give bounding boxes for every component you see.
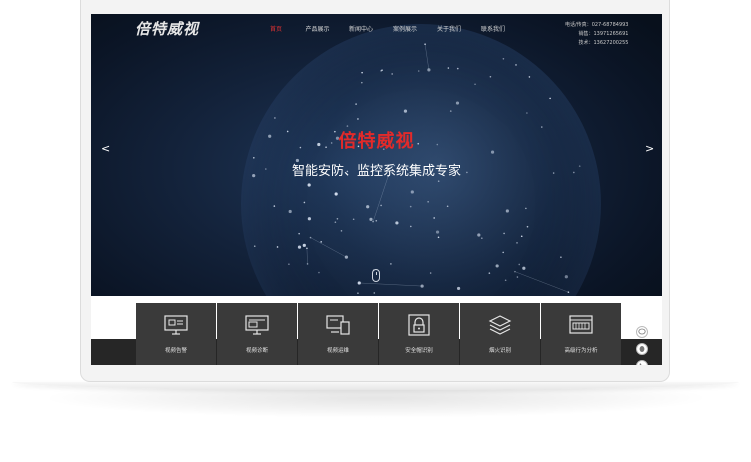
hero-banner: 倍特威视 首页 产品展示 新闻中心 案例展示 关于我们 联系我们 电话/传真：0… [91, 14, 662, 296]
qq-icon[interactable] [636, 343, 648, 355]
tech-label: 技术： [578, 40, 594, 46]
website-screen: 倍特威视 首页 产品展示 新闻中心 案例展示 关于我们 联系我们 电话/传真：0… [91, 14, 662, 365]
phone-fax-label: 电话/传真： [565, 22, 592, 28]
service-tiles: 视频告警 视频诊断 视频运维 安全帽识别 烟火识别 高级行为分析 [136, 303, 622, 365]
service-tile-video-diagnosis[interactable]: 视频诊断 [217, 303, 297, 365]
network-dots-graphic [252, 43, 581, 294]
monitor-alert-icon [164, 315, 188, 335]
contact-info: 电话/传真：027-68784993 销售：13971265691 技术：136… [565, 21, 628, 48]
nav-item-cases[interactable]: 案例展示 [383, 24, 427, 33]
main-nav: 首页 产品展示 新闻中心 案例展示 关于我们 联系我们 [256, 24, 515, 33]
sales-label: 销售： [578, 31, 594, 37]
service-label: 视频诊断 [245, 348, 268, 354]
service-label: 视频告警 [164, 348, 187, 354]
monitor-devices-icon [326, 315, 350, 335]
side-toolbar [636, 326, 648, 365]
nav-item-news[interactable]: 新闻中心 [339, 24, 383, 33]
service-label: 烟火识别 [488, 348, 511, 354]
layers-icon [488, 315, 512, 335]
hero-subtitle: 智能安防、监控系统集成专家 [291, 164, 461, 179]
service-tile-video-ops[interactable]: 视频运维 [298, 303, 378, 365]
nav-item-about[interactable]: 关于我们 [427, 24, 471, 33]
site-logo[interactable]: 倍特威视 [135, 18, 199, 39]
phone-icon[interactable] [636, 360, 648, 365]
service-tile-helmet-recognition[interactable]: 安全帽识别 [379, 303, 459, 365]
service-tile-behavior-analysis[interactable]: 高级行为分析 [541, 303, 621, 365]
service-label: 视频运维 [326, 348, 349, 354]
service-tile-video-alert[interactable]: 视频告警 [136, 303, 216, 365]
nav-item-contact[interactable]: 联系我们 [471, 24, 515, 33]
lock-icon [408, 314, 430, 336]
tech-value: 13627200255 [593, 40, 629, 46]
phone-fax-value: 027-68784993 [591, 22, 629, 28]
monitor-diagnosis-icon [245, 315, 269, 335]
chat-icon[interactable] [636, 326, 648, 338]
nav-item-products[interactable]: 产品展示 [296, 24, 339, 33]
scroll-mouse-icon[interactable] [372, 269, 380, 282]
hero-title: 倍特威视 [338, 131, 415, 152]
service-label: 高级行为分析 [564, 348, 598, 354]
nav-item-home[interactable]: 首页 [256, 24, 296, 33]
service-tile-fire-recognition[interactable]: 烟火识别 [460, 303, 540, 365]
behavior-analysis-icon [569, 315, 593, 334]
service-label: 安全帽识别 [405, 348, 433, 354]
sales-value: 13971265691 [593, 31, 629, 37]
